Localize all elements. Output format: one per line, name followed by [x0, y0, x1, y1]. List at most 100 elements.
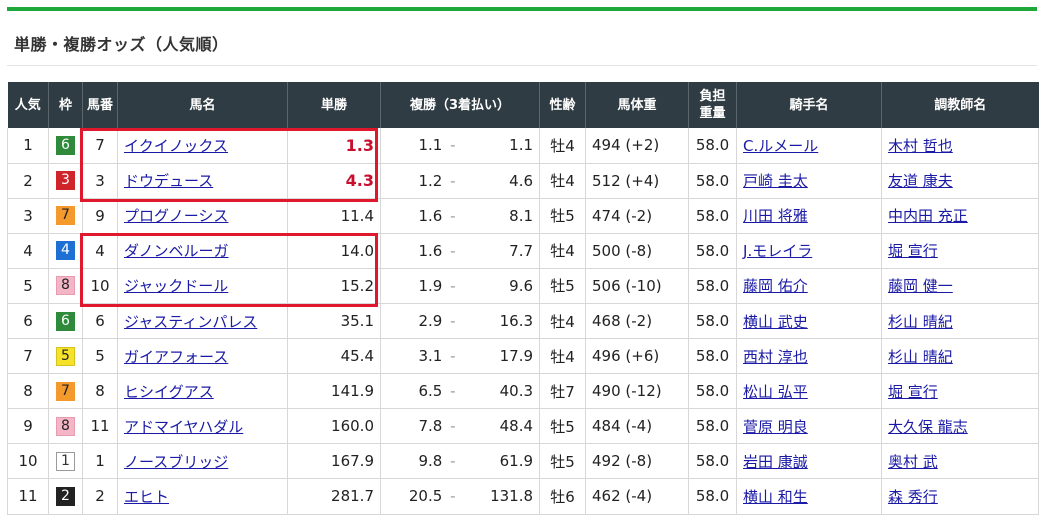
jockey-link[interactable]: 横山 和生: [743, 488, 808, 506]
body-weight-cell: 468 (-2): [585, 303, 690, 340]
header-sex-age: 性齢: [539, 82, 587, 128]
burden-weight-cell: 58.0: [688, 163, 738, 199]
place-odds-high-cell: 48.4: [457, 408, 541, 445]
horse-name-link[interactable]: ダノンベルーガ: [124, 242, 229, 260]
trainer-link[interactable]: 杉山 晴紀: [888, 348, 953, 366]
frame-cell: 8: [48, 408, 83, 445]
place-odds-low: 1.9: [418, 276, 443, 295]
horse-name-link[interactable]: アドマイヤハダル: [124, 418, 243, 436]
trainer-link[interactable]: 藤岡 健一: [888, 277, 953, 295]
burden-weight-cell: 58.0: [688, 268, 738, 304]
jockey-link[interactable]: C.ルメール: [743, 137, 818, 155]
place-odds-low-cell: 1.6 -: [380, 233, 458, 269]
horse-name-link[interactable]: ジャスティンパレス: [124, 313, 257, 331]
horse-number-cell: 1: [82, 443, 118, 480]
sex-age-cell: 牡4: [539, 163, 587, 199]
body-weight-cell: 474 (-2): [585, 198, 690, 234]
header-trainer: 調教師名: [881, 82, 1039, 128]
win-odds-cell: 141.9: [287, 373, 381, 410]
horse-name-cell: ノースブリッジ: [117, 443, 288, 480]
table-row: 7 5 5 ガイアフォース 45.4 3.1 -17.9 牡4 496 (+6) 58.0 西村 …: [7, 338, 1040, 375]
horse-name-link[interactable]: ドウデュース: [124, 172, 213, 190]
place-odds-low: 3.1: [418, 347, 443, 366]
trainer-cell: 奥村 武: [881, 443, 1040, 480]
frame-cell: 3: [48, 163, 83, 199]
place-odds-low-cell: 3.1 -: [380, 338, 458, 375]
header-burden-line2: 重量: [699, 106, 726, 121]
jockey-link[interactable]: 戸崎 圭太: [743, 172, 808, 190]
popularity-cell: 6: [7, 303, 49, 340]
title-divider: [7, 65, 1037, 66]
sex-age-cell: 牡5: [539, 268, 587, 304]
jockey-link[interactable]: 藤岡 佑介: [743, 277, 808, 295]
table-row: 6 6 6 ジャスティンパレス 35.1 2.9 -16.3 牡4 468 (-2) 58.0 横…: [7, 303, 1040, 340]
horse-name-link[interactable]: イクイノックス: [124, 137, 228, 155]
place-odds-low: 2.9: [418, 312, 443, 331]
place-range-separator: -: [450, 276, 456, 295]
place-range-separator: -: [450, 347, 456, 366]
header-body-weight: 馬体重: [585, 82, 690, 128]
sex-age-cell: 牡5: [539, 443, 587, 480]
win-odds-cell: 45.4: [287, 338, 381, 375]
horse-name-link[interactable]: プログノーシス: [124, 207, 228, 225]
place-odds-high-cell: 61.9: [457, 443, 541, 480]
place-odds-low-cell: 2.9 -: [380, 303, 458, 340]
jockey-link[interactable]: 菅原 明良: [743, 418, 808, 436]
frame-cell: 6: [48, 303, 83, 340]
jockey-link[interactable]: 松山 弘平: [743, 383, 808, 401]
frame-badge: 6: [56, 135, 75, 155]
horse-number-cell: 8: [82, 373, 118, 410]
place-odds-low-cell: 1.1 -: [380, 128, 458, 164]
place-odds-high-cell: 8.1: [457, 198, 541, 234]
place-range-separator: -: [450, 206, 456, 225]
trainer-link[interactable]: 杉山 晴紀: [888, 313, 953, 331]
frame-cell: 8: [48, 268, 83, 304]
table-header-row: 人気 枠 馬番 馬名 単勝 複勝（3着払い） 性齢 馬体重 負担 重量 騎手名 調…: [7, 82, 1039, 128]
trainer-link[interactable]: 奥村 武: [888, 453, 938, 471]
trainer-link[interactable]: 友道 康夫: [888, 172, 953, 190]
horse-name-link[interactable]: ジャックドール: [124, 277, 228, 295]
jockey-link[interactable]: 岩田 康誠: [743, 453, 808, 471]
trainer-cell: 堀 宣行: [881, 373, 1040, 410]
body-weight-cell: 492 (-8): [585, 443, 690, 480]
sex-age-cell: 牡4: [539, 128, 587, 164]
frame-badge: 3: [56, 171, 75, 191]
jockey-link[interactable]: J.モレイラ: [743, 242, 812, 260]
horse-name-link[interactable]: ヒシイグアス: [124, 383, 214, 401]
frame-cell: 1: [48, 443, 83, 480]
table-row: 3 7 9 プログノーシス 11.4 1.6 -8.1 牡5 474 (-2) 58.0 川田 将…: [7, 198, 1040, 234]
body-weight-cell: 512 (+4): [585, 163, 690, 199]
horse-name-link[interactable]: エヒト: [124, 488, 169, 506]
jockey-link[interactable]: 横山 武史: [743, 313, 808, 331]
burden-weight-cell: 58.0: [688, 443, 738, 480]
trainer-link[interactable]: 森 秀行: [888, 488, 938, 506]
sex-age-cell: 牡7: [539, 373, 587, 410]
frame-badge: 4: [56, 241, 75, 261]
jockey-cell: 藤岡 佑介: [736, 268, 883, 304]
place-odds-high-cell: 9.6: [457, 268, 541, 304]
horse-name-link[interactable]: ノースブリッジ: [124, 453, 228, 471]
trainer-link[interactable]: 堀 宣行: [888, 242, 938, 260]
trainer-link[interactable]: 堀 宣行: [888, 383, 938, 401]
place-odds-low-cell: 20.5 -: [380, 478, 458, 515]
jockey-link[interactable]: 川田 将雅: [743, 207, 808, 225]
body-weight-cell: 496 (+6): [585, 338, 690, 375]
place-odds-low: 1.2: [418, 171, 443, 190]
sex-age-cell: 牡6: [539, 478, 587, 515]
trainer-cell: 杉山 晴紀: [881, 338, 1040, 375]
burden-weight-cell: 58.0: [688, 478, 738, 515]
jockey-link[interactable]: 西村 淳也: [743, 348, 808, 366]
header-frame: 枠: [48, 82, 83, 128]
top-accent-bar: [7, 7, 1037, 11]
horse-name-cell: ヒシイグアス: [117, 373, 288, 410]
horse-name-link[interactable]: ガイアフォース: [124, 348, 228, 366]
popularity-cell: 10: [7, 443, 49, 480]
trainer-link[interactable]: 木村 哲也: [888, 137, 953, 155]
trainer-link[interactable]: 中内田 充正: [888, 207, 968, 225]
odds-table: 人気 枠 馬番 馬名 単勝 複勝（3着払い） 性齢 馬体重 負担 重量 騎手名 調…: [7, 82, 1040, 515]
popularity-cell: 11: [7, 478, 49, 515]
table-row: 11 2 2 エヒト 281.7 20.5 -131.8 牡6 462 (-4) 58.0 横山 …: [7, 478, 1040, 515]
frame-cell: 6: [48, 128, 83, 164]
place-odds-high-cell: 7.7: [457, 233, 541, 269]
trainer-link[interactable]: 大久保 龍志: [888, 418, 968, 436]
